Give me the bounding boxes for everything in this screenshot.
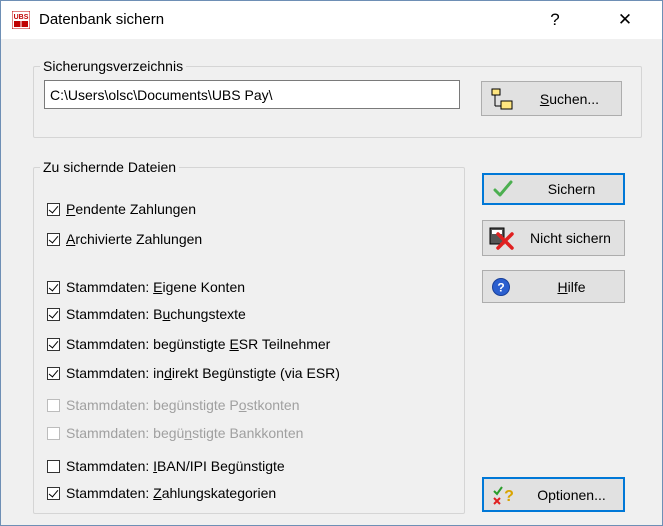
browse-button-label: Suchen... <box>539 90 600 107</box>
dont-save-button-label: Nicht sichern <box>530 230 611 246</box>
file-option-row[interactable]: Pendente Zahlungen <box>47 199 196 219</box>
file-option-label: Stammdaten: Eigene Konten <box>66 279 246 295</box>
file-option-row[interactable]: Stammdaten: indirekt Begünstigte (via ES… <box>47 363 340 383</box>
help-titlebar-button[interactable]: ? <box>531 1 579 39</box>
ubs-app-icon: UBS <box>11 10 31 30</box>
file-option-label: Archivierte Zahlungen <box>66 231 203 247</box>
save-button[interactable]: Sichern <box>482 173 625 205</box>
options-button[interactable]: ? Optionen... <box>482 477 625 512</box>
file-option-label: Stammdaten: Buchungstexte <box>66 306 246 322</box>
file-option-checkbox[interactable] <box>47 307 60 321</box>
file-option-row: Stammdaten: begünstigte Postkonten <box>47 395 300 415</box>
file-option-row[interactable]: Stammdaten: IBAN/IPI Begünstigte <box>47 456 285 476</box>
file-option-label: Stammdaten: begünstigte ESR Teilnehmer <box>66 336 331 352</box>
options-button-label: Optionen... <box>537 486 606 503</box>
file-option-label: Pendente Zahlungen <box>66 201 197 217</box>
file-option-checkbox[interactable] <box>47 337 60 351</box>
file-option-row[interactable]: Stammdaten: Eigene Konten <box>47 277 245 297</box>
backup-path-input[interactable] <box>44 80 460 109</box>
file-option-checkbox <box>47 398 60 412</box>
options-checklist-icon: ? <box>492 483 518 507</box>
files-legend: Zu sichernde Dateien <box>40 159 180 175</box>
help-circle-icon: ? <box>491 277 511 297</box>
help-button[interactable]: ? Hilfe <box>482 270 625 303</box>
file-option-checkbox[interactable] <box>47 366 60 380</box>
window-title: Datenbank sichern <box>39 11 165 28</box>
file-option-checkbox[interactable] <box>47 280 60 294</box>
file-option-label: Stammdaten: IBAN/IPI Begünstigte <box>66 458 285 474</box>
svg-text:UBS: UBS <box>14 14 29 21</box>
svg-text:?: ? <box>497 280 504 294</box>
file-option-row: Stammdaten: begünstigte Bankkonten <box>47 423 303 443</box>
file-option-label: Stammdaten: begünstigte Postkonten <box>66 397 300 413</box>
file-option-row[interactable]: Stammdaten: begünstigte ESR Teilnehmer <box>47 334 330 354</box>
file-option-label: Stammdaten: Zahlungskategorien <box>66 485 277 501</box>
question-mark-icon: ? <box>550 10 560 29</box>
backup-directory-legend: Sicherungsverzeichnis <box>40 58 187 74</box>
file-option-checkbox[interactable] <box>47 459 60 473</box>
file-option-label: Stammdaten: begünstigte Bankkonten <box>66 425 304 441</box>
folder-tree-icon <box>490 87 516 111</box>
file-option-checkbox[interactable] <box>47 232 60 246</box>
file-option-row[interactable]: Archivierte Zahlungen <box>47 229 202 249</box>
backup-dialog: UBS Datenbank sichern ? ✕ Sicherungsverz… <box>0 0 663 526</box>
save-button-label: Sichern <box>547 181 596 197</box>
help-button-label: Hilfe <box>557 278 586 295</box>
close-icon: ✕ <box>617 10 633 29</box>
file-option-row[interactable]: Stammdaten: Zahlungskategorien <box>47 483 276 503</box>
close-button[interactable]: ✕ <box>601 1 649 39</box>
file-option-checkbox <box>47 426 60 440</box>
file-option-label: Stammdaten: indirekt Begünstigte (via ES… <box>66 365 340 381</box>
cancel-cross-icon <box>489 226 515 250</box>
title-bar: UBS Datenbank sichern ? ✕ <box>1 1 662 39</box>
svg-text:?: ? <box>504 488 514 505</box>
checkmark-icon <box>492 179 514 199</box>
dont-save-button[interactable]: Nicht sichern <box>482 220 625 256</box>
browse-button[interactable]: Suchen... <box>481 81 622 116</box>
file-option-checkbox[interactable] <box>47 486 60 500</box>
file-option-row[interactable]: Stammdaten: Buchungstexte <box>47 304 246 324</box>
file-option-checkbox[interactable] <box>47 202 60 216</box>
